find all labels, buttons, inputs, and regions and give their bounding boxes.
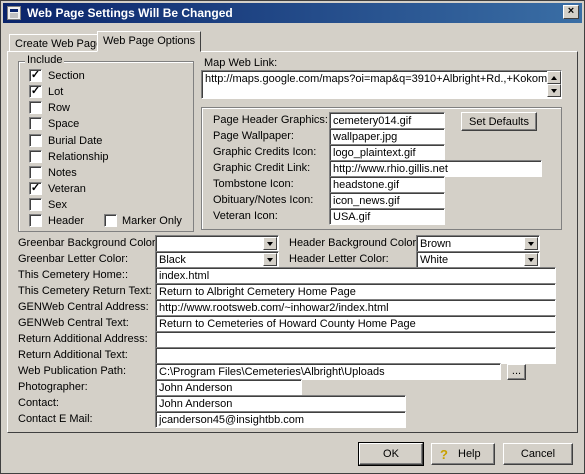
tombstone-icon-label: Tombstone Icon:	[213, 178, 294, 190]
lot-label: Lot	[48, 86, 64, 98]
contact-email-label: Contact E Mail:	[18, 413, 93, 425]
chevron-down-icon[interactable]	[524, 237, 538, 250]
veteran-checkbox[interactable]: ✓	[29, 182, 42, 195]
page-wallpaper-label: Page Wallpaper:	[213, 130, 294, 142]
page-wallpaper-field[interactable]: wallpaper.jpg	[329, 128, 445, 145]
contact-email-field[interactable]: jcanderson45@insightbb.com	[155, 411, 406, 428]
map-web-link-value: http://maps.google.com/maps?oi=map&q=391…	[205, 73, 562, 85]
notes-label: Notes	[48, 167, 77, 179]
scroll-down-button[interactable]	[547, 84, 561, 97]
graphic-credits-icon-field[interactable]: logo_plaintext.gif	[329, 144, 445, 161]
return-additional-address-field[interactable]	[155, 331, 556, 348]
dialog-window: Web Page Settings Will Be Changed × Crea…	[0, 0, 585, 474]
publication-path-label: Web Publication Path:	[18, 365, 127, 377]
help-icon: ?	[440, 447, 448, 462]
include-group: Include	[18, 54, 194, 232]
tab-web-page-options[interactable]: Web Page Options	[97, 31, 202, 52]
publication-path-field[interactable]: C:\Program Files\Cemeteries\Albright\Upl…	[155, 363, 501, 380]
row-checkbox[interactable]	[29, 101, 42, 114]
header-letter-color-value: White	[420, 254, 449, 266]
header-bg-color-value: Brown	[420, 238, 452, 250]
chevron-down-icon[interactable]	[263, 237, 277, 250]
graphic-credits-icon-label: Graphic Credits Icon:	[213, 146, 317, 158]
map-web-link-textarea[interactable]: http://maps.google.com/maps?oi=map&q=391…	[201, 70, 562, 99]
contact-label: Contact:	[18, 397, 59, 409]
obituary-notes-icon-label: Obituary/Notes Icon:	[213, 194, 314, 206]
header-bg-color-select[interactable]: Brown	[416, 235, 540, 252]
marker-only-label: Marker Only	[122, 215, 182, 227]
graphic-credit-link-field[interactable]: http://www.rhio.gillis.net	[329, 160, 542, 177]
veteran-label: Veteran	[48, 183, 86, 195]
include-group-label: Include	[25, 54, 65, 66]
chevron-down-icon[interactable]	[524, 253, 538, 266]
map-web-link-label: Map Web Link:	[204, 57, 278, 69]
return-additional-text-label: Return Additional Text:	[18, 349, 128, 361]
greenbar-letter-color-value: Black	[159, 254, 186, 266]
scroll-up-button[interactable]	[547, 71, 561, 84]
veteran-icon-label: Veteran Icon:	[213, 210, 278, 222]
cemetery-home-label: This Cemetery Home::	[18, 269, 129, 281]
genweb-text-label: GENWeb Central Text:	[18, 317, 129, 329]
ok-button[interactable]: OK	[358, 442, 424, 466]
marker-only-checkbox[interactable]	[104, 214, 117, 227]
section-label: Section	[48, 70, 85, 82]
close-button[interactable]: ×	[563, 5, 579, 19]
greenbar-letter-color-label: Greenbar Letter Color:	[18, 253, 129, 265]
section-checkbox[interactable]: ✓	[29, 69, 42, 82]
title-bar[interactable]: Web Page Settings Will Be Changed ×	[3, 3, 582, 23]
genweb-address-field[interactable]: http://www.rootsweb.com/~inhowar2/index.…	[155, 299, 556, 316]
notes-checkbox[interactable]	[29, 166, 42, 179]
header-checkbox[interactable]	[29, 214, 42, 227]
page-header-graphics-field[interactable]: cemetery014.gif	[329, 112, 445, 129]
row-label: Row	[48, 102, 71, 114]
genweb-address-label: GENWeb Central Address:	[18, 301, 149, 313]
greenbar-bg-color-label: Greenbar Background Color:	[18, 237, 159, 249]
help-label: Help	[458, 448, 481, 460]
contact-field[interactable]: John Anderson	[155, 395, 406, 412]
veteran-icon-field[interactable]: USA.gif	[329, 208, 445, 225]
photographer-field[interactable]: John Anderson	[155, 379, 302, 396]
browse-button[interactable]: ...	[507, 364, 526, 380]
return-text-label: This Cemetery Return Text:	[18, 285, 152, 297]
tombstone-icon-field[interactable]: headstone.gif	[329, 176, 445, 193]
photographer-label: Photographer:	[18, 381, 88, 393]
header-letter-color-select[interactable]: White	[416, 251, 540, 268]
header-label: Header	[48, 215, 85, 227]
app-icon	[7, 6, 21, 20]
burial-date-label: Burial Date	[48, 135, 103, 147]
return-additional-address-label: Return Additional Address:	[18, 333, 148, 345]
window-title: Web Page Settings Will Be Changed	[27, 6, 233, 20]
obituary-notes-icon-field[interactable]: icon_news.gif	[329, 192, 445, 209]
cancel-button[interactable]: Cancel	[503, 443, 573, 465]
relationship-checkbox[interactable]	[29, 150, 42, 163]
header-letter-color-label: Header Letter Color:	[289, 253, 389, 265]
lot-checkbox[interactable]: ✓	[29, 85, 42, 98]
graphic-credit-link-label: Graphic Credit Link:	[213, 162, 311, 174]
space-checkbox[interactable]	[29, 117, 42, 130]
header-bg-color-label: Header Background Color	[289, 237, 417, 249]
help-button[interactable]: ? Help	[431, 443, 495, 465]
chevron-down-icon[interactable]	[263, 253, 277, 266]
page-header-graphics-label: Page Header Graphics:	[213, 114, 328, 126]
return-additional-text-field[interactable]	[155, 347, 556, 364]
return-text-field[interactable]: Return to Albright Cemetery Home Page	[155, 283, 556, 300]
sex-checkbox[interactable]	[29, 198, 42, 211]
tab-create-web-page[interactable]: Create Web Page	[9, 34, 109, 52]
sex-label: Sex	[48, 199, 67, 211]
space-label: Space	[48, 118, 80, 130]
greenbar-bg-color-select[interactable]	[155, 235, 279, 252]
genweb-text-field[interactable]: Return to Cemeteries of Howard County Ho…	[155, 315, 556, 332]
cemetery-home-field[interactable]: index.html	[155, 267, 556, 284]
greenbar-letter-color-select[interactable]: Black	[155, 251, 279, 268]
set-defaults-button[interactable]: Set Defaults	[461, 112, 537, 131]
burial-date-checkbox[interactable]	[29, 134, 42, 147]
relationship-label: Relationship	[48, 151, 109, 163]
